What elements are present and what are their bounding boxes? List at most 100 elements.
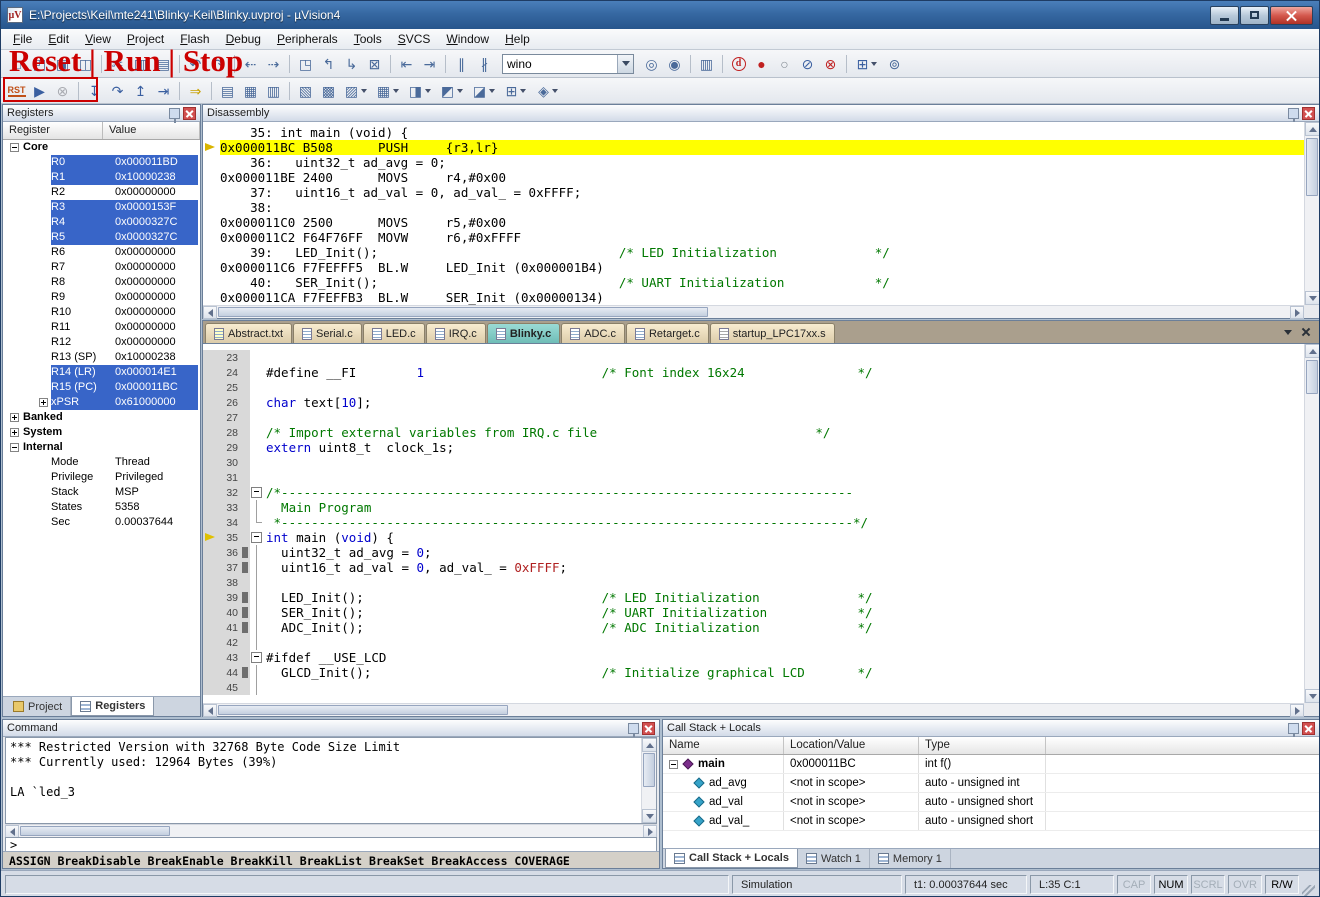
disasm-line[interactable]: 40: SER_Init();/* UART Initialization */: [220, 275, 1304, 290]
register-row-r4[interactable]: R40x0000327C: [3, 215, 200, 230]
close-panel-icon[interactable]: [1302, 107, 1315, 120]
scrollbar-thumb[interactable]: [1306, 360, 1318, 394]
dropdown-arrow-icon[interactable]: [425, 89, 431, 93]
scroll-up-icon[interactable]: [642, 738, 657, 752]
current-statement-icon[interactable]: [203, 530, 217, 545]
combo-dropdown-icon[interactable]: [617, 55, 633, 73]
breakpoint-margin[interactable]: [203, 620, 217, 635]
breakpoint-margin[interactable]: [203, 605, 217, 620]
breakpoint-margin[interactable]: [203, 470, 217, 485]
disassembly-panel-header[interactable]: Disassembly: [203, 105, 1319, 122]
trace-windows-button[interactable]: ◪: [468, 80, 500, 102]
register-row-r13-sp[interactable]: R13 (SP)0x10000238: [3, 350, 200, 365]
register-row-r12[interactable]: R120x00000000: [3, 335, 200, 350]
breakpoint-margin[interactable]: [203, 440, 217, 455]
run-to-cursor-button[interactable]: ⇥: [152, 80, 175, 102]
code-line-24[interactable]: 24#define __FI 1/* Font index 16x24 */: [203, 365, 1304, 380]
register-group-internal[interactable]: Internal: [3, 440, 200, 455]
disasm-line[interactable]: 0x000011C6 F7FEFFF5 BL.W LED_Init (0x000…: [220, 260, 1304, 275]
dropdown-arrow-icon[interactable]: [457, 89, 463, 93]
disasm-current-line[interactable]: 0x000011BC B508 PUSH {r3,lr}: [220, 140, 1304, 155]
expand-icon[interactable]: [10, 428, 19, 437]
disasm-line[interactable]: 0x000011C2 F64F76FF MOVW r6,#0xFFFF: [220, 230, 1304, 245]
disasm-line[interactable]: 0x000011C0 2500 MOVS r5,#0x00: [220, 215, 1304, 230]
menu-peripherals[interactable]: Peripherals: [269, 30, 346, 48]
code-line-30[interactable]: 30: [203, 455, 1304, 470]
breakpoint-margin[interactable]: [203, 635, 217, 650]
tab-project[interactable]: Project: [5, 697, 71, 716]
register-row-r6[interactable]: R60x00000000: [3, 245, 200, 260]
editor-tab-serial-c[interactable]: Serial.c: [293, 323, 362, 343]
register-row-r5[interactable]: R50x0000327C: [3, 230, 200, 245]
scrollbar-thumb[interactable]: [218, 307, 708, 317]
code-line-35[interactable]: 35int main (void) {: [203, 530, 1304, 545]
watch-windows-button[interactable]: ▨: [340, 80, 372, 102]
tab-call-stack-locals[interactable]: Call Stack + Locals: [665, 849, 798, 868]
breakpoint-margin[interactable]: [203, 515, 217, 530]
editor-tab-blinky-c[interactable]: Blinky.c: [487, 323, 560, 343]
tab-watch-1[interactable]: Watch 1: [798, 849, 870, 868]
pin-icon[interactable]: [628, 723, 639, 734]
menu-tools[interactable]: Tools: [346, 30, 390, 48]
breakpoint-margin[interactable]: [203, 365, 217, 380]
collapse-icon[interactable]: [10, 443, 19, 452]
register-row-mode[interactable]: ModeThread: [3, 455, 200, 470]
breakpoint-margin[interactable]: [203, 650, 217, 665]
scrollbar-thumb[interactable]: [1306, 138, 1318, 196]
dropdown-arrow-icon[interactable]: [361, 89, 367, 93]
disable-breakpoints-button[interactable]: ⊘: [796, 53, 819, 75]
disasm-line[interactable]: 38:: [220, 200, 1304, 215]
editor-tab-adc-c[interactable]: ADC.c: [561, 323, 625, 343]
code-editor[interactable]: 2324#define __FI 1/* Font index 16x24 */…: [202, 343, 1320, 717]
scroll-down-icon[interactable]: [1305, 291, 1320, 305]
dropdown-arrow-icon[interactable]: [489, 89, 495, 93]
column-header-name[interactable]: Name: [663, 737, 784, 754]
dropdown-arrow-icon[interactable]: [552, 89, 558, 93]
disasm-line[interactable]: 37: uint16_t ad_val = 0, ad_val_ = 0xFFF…: [220, 185, 1304, 200]
breakpoint-margin[interactable]: [203, 590, 217, 605]
register-row-r10[interactable]: R100x00000000: [3, 305, 200, 320]
menu-help[interactable]: Help: [497, 30, 538, 48]
step-over-button[interactable]: ↷: [106, 80, 129, 102]
disasm-line[interactable]: 35: int main (void) {: [220, 125, 1304, 140]
resize-grip[interactable]: [1302, 885, 1315, 897]
scroll-up-icon[interactable]: [1305, 344, 1320, 358]
register-row-sec[interactable]: Sec0.00037644: [3, 515, 200, 530]
next-bookmark-button[interactable]: ↳: [340, 53, 363, 75]
menu-window[interactable]: Window: [438, 30, 497, 48]
scrollbar-thumb[interactable]: [218, 705, 508, 715]
code-line-32[interactable]: 32/*------------------------------------…: [203, 485, 1304, 500]
system-viewer-button[interactable]: ⊞: [500, 80, 532, 102]
expand-icon[interactable]: [39, 398, 48, 407]
find-combo-value[interactable]: wino: [503, 57, 617, 71]
tab-list-dropdown-icon[interactable]: [1281, 325, 1295, 339]
code-line-40[interactable]: 40 SER_Init();/* UART Initialization */: [203, 605, 1304, 620]
dropdown-arrow-icon[interactable]: [393, 89, 399, 93]
code-line-23[interactable]: 23: [203, 350, 1304, 365]
register-row-r2[interactable]: R20x00000000: [3, 185, 200, 200]
disassembly-vertical-scrollbar[interactable]: [1304, 122, 1319, 305]
enable-breakpoint-button[interactable]: ○: [773, 53, 796, 75]
code-line-41[interactable]: 41 ADC_Init();/* ADC Initialization */: [203, 620, 1304, 635]
expand-icon[interactable]: [10, 413, 19, 422]
code-line-36[interactable]: 36 uint32_t ad_avg = 0;: [203, 545, 1304, 560]
code-line-34[interactable]: 34 *------------------------------------…: [203, 515, 1304, 530]
register-group-system[interactable]: System: [3, 425, 200, 440]
register-row-r11[interactable]: R110x00000000: [3, 320, 200, 335]
editor-tab-irq-c[interactable]: IRQ.c: [426, 323, 486, 343]
breakpoint-margin[interactable]: [203, 485, 217, 500]
maximize-button[interactable]: [1240, 6, 1269, 25]
register-row-r15-pc[interactable]: R15 (PC)0x000011BC: [3, 380, 200, 395]
close-document-icon[interactable]: [1299, 325, 1313, 339]
fold-collapse-icon[interactable]: [250, 485, 263, 500]
command-horizontal-scrollbar[interactable]: [5, 824, 657, 837]
disasm-line[interactable]: 0x000011CA F7FEFFB3 BL.W SER_Init (0x000…: [220, 290, 1304, 305]
title-bar[interactable]: µV E:\Projects\Keil\mte241\Blinky-Keil\B…: [1, 1, 1319, 29]
navigate-forward-button[interactable]: ⇢: [262, 53, 285, 75]
disassembly-horizontal-scrollbar[interactable]: [203, 305, 1304, 318]
tab-registers[interactable]: Registers: [71, 697, 154, 716]
step-out-button[interactable]: ↥: [129, 80, 152, 102]
breakpoint-margin[interactable]: [203, 350, 217, 365]
show-next-statement-button[interactable]: ⇒: [184, 80, 207, 102]
editor-tab-retarget-c[interactable]: Retarget.c: [626, 323, 709, 343]
